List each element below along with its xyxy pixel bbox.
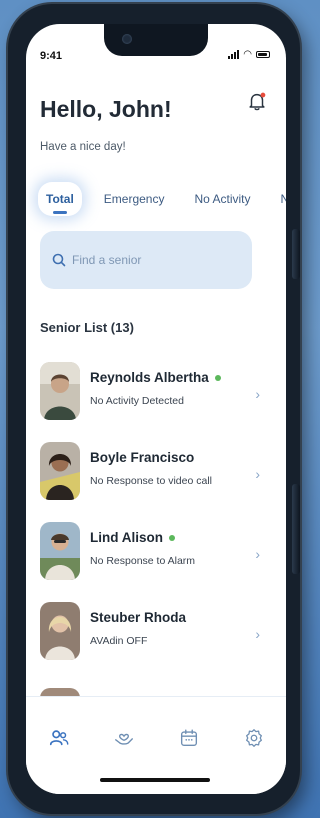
- tab-total[interactable]: Total: [38, 182, 82, 216]
- chevron-right-icon[interactable]: ›: [255, 386, 260, 402]
- senior-info: Lind Alison No Response to Alarm: [90, 530, 195, 567]
- app-screen: 9:41 ◠ Hello, John! Have a nice day! Tot…: [26, 24, 286, 794]
- chevron-right-icon[interactable]: ›: [255, 626, 260, 642]
- list-item[interactable]: Lind Alison No Response to Alarm ›: [40, 522, 260, 602]
- senior-name: Lind Alison: [90, 530, 195, 545]
- home-indicator: [100, 778, 210, 782]
- tab-no-activity[interactable]: No Activity: [186, 182, 258, 216]
- senior-list: Reynolds Albertha No Activity Detected ›: [40, 362, 260, 682]
- list-item[interactable]: Boyle Francisco No Response to video cal…: [40, 442, 260, 522]
- senior-name: Boyle Francisco: [90, 450, 212, 465]
- search-icon: [52, 253, 66, 267]
- calendar-icon[interactable]: [178, 727, 200, 749]
- chevron-right-icon[interactable]: ›: [255, 466, 260, 482]
- avatar: [40, 602, 80, 660]
- senior-name-text: Reynolds Albertha: [90, 370, 209, 385]
- list-item[interactable]: Steuber Rhoda AVAdin OFF ›: [40, 602, 260, 682]
- volume-button: [292, 229, 300, 279]
- search-input[interactable]: Find a senior: [40, 231, 252, 289]
- list-item[interactable]: Reynolds Albertha No Activity Detected ›: [40, 362, 260, 442]
- senior-name: Steuber Rhoda: [90, 610, 186, 625]
- status-time: 9:41: [40, 50, 63, 62]
- senior-info: Boyle Francisco No Response to video cal…: [90, 450, 212, 487]
- power-button: [292, 484, 300, 574]
- online-indicator: [169, 534, 175, 541]
- senior-name-text: Lind Alison: [90, 530, 163, 545]
- senior-info: Reynolds Albertha No Activity Detected: [90, 370, 221, 407]
- senior-status: No Response to Alarm: [90, 555, 196, 567]
- search-placeholder: Find a senior: [72, 253, 142, 267]
- senior-status: No Response to video call: [90, 475, 212, 487]
- senior-info: Steuber Rhoda AVAdin OFF: [90, 610, 186, 647]
- senior-status: No Activity Detected: [90, 395, 184, 407]
- phone-frame: 9:41 ◠ Hello, John! Have a nice day! Tot…: [8, 4, 300, 814]
- battery-icon: [256, 51, 270, 58]
- senior-status: AVAdin OFF: [90, 635, 148, 647]
- avatar: [40, 522, 80, 580]
- avatar: [40, 362, 80, 420]
- senior-name: Reynolds Albertha: [90, 370, 221, 385]
- senior-list-title: Senior List (13): [40, 320, 134, 335]
- status-icons: ◠: [228, 49, 270, 60]
- senior-name-text: Boyle Francisco: [90, 450, 195, 465]
- heart-hand-icon[interactable]: [113, 727, 135, 749]
- signal-icon: [228, 50, 240, 59]
- online-indicator: [214, 374, 221, 381]
- camera-icon: [122, 34, 132, 44]
- senior-name-text: Steuber Rhoda: [90, 610, 187, 625]
- notification-bell-icon[interactable]: [246, 90, 268, 112]
- tab-partial[interactable]: No: [273, 182, 287, 216]
- bottom-nav: [26, 696, 286, 794]
- tab-emergency[interactable]: Emergency: [96, 182, 173, 216]
- greeting-subtitle: Have a nice day!: [40, 141, 126, 153]
- greeting-title: Hello, John!: [40, 96, 172, 122]
- notch: [104, 24, 208, 56]
- wifi-icon: ◠: [243, 49, 252, 60]
- chevron-right-icon[interactable]: ›: [255, 546, 260, 562]
- settings-icon[interactable]: [243, 727, 265, 749]
- filter-tabs: Total Emergency No Activity No: [38, 174, 286, 224]
- people-icon[interactable]: [48, 727, 70, 749]
- avatar: [40, 442, 80, 500]
